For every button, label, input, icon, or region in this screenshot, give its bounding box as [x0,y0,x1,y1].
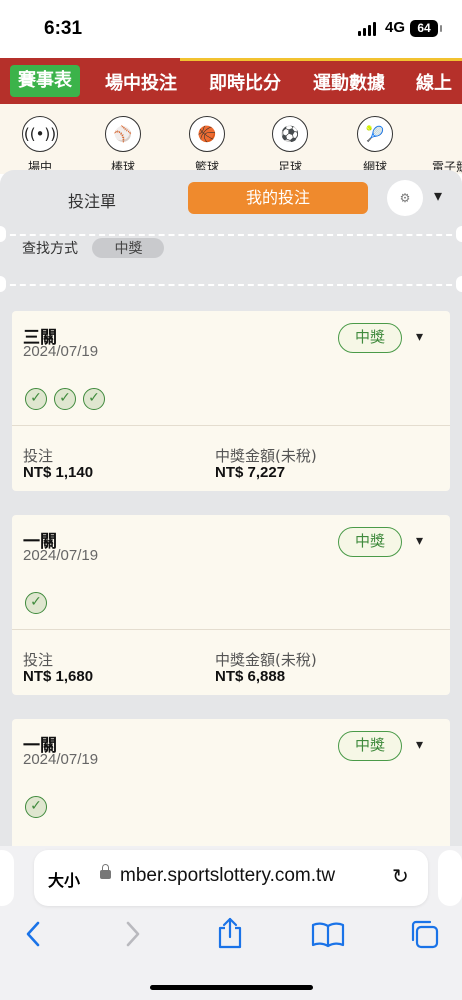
check-circle-icon: ✓ [25,592,47,614]
reload-icon[interactable]: ↻ [392,864,409,888]
bet-sheet: 投注單 我的投注 ⚙ ▾ 查找方式 中獎 三關 2024/07/19 中獎 ▾ … [0,170,462,846]
sport-tennis[interactable]: 🎾 網球 [345,116,405,174]
bookmarks-icon[interactable] [311,920,345,955]
tab-my-bets[interactable]: 我的投注 [188,182,368,214]
nav-schedule[interactable]: 賽事表 [10,65,80,97]
status-badge: 中獎 [338,527,402,557]
next-tab-pill[interactable] [438,850,462,906]
sport-categories: ((•)) 場中 ⚾ 棒球 🏀 籃球 ⚽ 足球 🎾 網球 電子競 [0,104,462,174]
nav-online[interactable]: 線上 [416,69,452,95]
status-badge: 中獎 [338,731,402,761]
live-broadcast-icon: ((•)) [22,116,58,152]
tab-betslip[interactable]: 投注單 [68,188,116,212]
winnings-label: 中獎金額(未稅) [215,447,317,465]
baseball-icon: ⚾ [105,116,141,152]
network-type: 4G [385,19,406,36]
soccer-icon: ⚽ [272,116,308,152]
check-circle-icon: ✓ [83,388,105,410]
chevron-down-icon[interactable]: ▾ [416,737,423,753]
check-circle-icon: ✓ [54,388,76,410]
bet-date: 2024/07/19 [23,343,99,360]
status-badge: 中獎 [338,323,402,353]
divider [0,284,462,286]
status-bar: 6:31 4G 64 [0,0,462,58]
sport-esports[interactable]: 電子競 [420,116,462,174]
bet-card[interactable]: 三關 2024/07/19 中獎 ▾ ✓ ✓ ✓ 投注 NT$ 1,140 中獎金額… [12,311,450,491]
winnings-value: NT$ 7,227 [215,464,286,481]
bet-date: 2024/07/19 [23,547,99,564]
chevron-down-icon[interactable]: ▾ [416,329,423,345]
filter-row: 查找方式 中獎 [22,238,165,260]
battery-icon: 64 [410,20,442,37]
sport-basketball[interactable]: 🏀 籃球 [177,116,237,174]
sport-baseball[interactable]: ⚾ 棒球 [93,116,153,174]
sport-live[interactable]: ((•)) 場中 [10,116,70,174]
winnings-label: 中獎金額(未稅) [215,651,317,669]
home-indicator [150,985,313,990]
sport-soccer[interactable]: ⚽ 足球 [260,116,320,174]
divider [0,234,462,236]
leg-results: ✓ ✓ ✓ [25,387,112,410]
forward-icon[interactable] [124,920,142,955]
nav-live-score[interactable]: 即時比分 [209,69,281,95]
bet-date: 2024/07/19 [23,751,99,768]
gear-icon[interactable]: ⚙ [387,180,423,216]
filter-chip[interactable]: 中獎 [92,238,165,258]
stake-label: 投注 [23,651,54,669]
stake-value: NT$ 1,140 [23,464,94,481]
status-time: 6:31 [44,18,83,39]
text-size-button[interactable]: 大小 [48,867,80,891]
bet-card[interactable]: 一關 2024/07/19 中獎 ▾ ✓ [12,719,450,846]
filter-label: 查找方式 [22,241,78,257]
tennis-icon: 🎾 [357,116,393,152]
chevron-down-icon[interactable]: ▾ [416,533,423,549]
check-circle-icon: ✓ [25,388,47,410]
basketball-icon: 🏀 [189,116,225,152]
tabs-icon[interactable] [408,918,440,957]
address-bar[interactable]: 大小 mber.sportslottery.com.tw ↻ [34,850,428,906]
back-icon[interactable] [24,920,42,955]
stake-value: NT$ 1,680 [23,668,94,685]
sheet-tabs: 投注單 我的投注 ⚙ ▾ [0,170,462,228]
share-icon[interactable] [216,916,244,957]
nav-live-betting[interactable]: 場中投注 [105,69,177,95]
stake-label: 投注 [23,447,54,465]
lock-icon [100,864,111,879]
previous-tab-pill[interactable] [0,850,14,906]
cellular-signal-icon [358,22,380,36]
chevron-down-icon[interactable]: ▾ [434,186,442,205]
winnings-value: NT$ 6,888 [215,668,286,685]
check-circle-icon: ✓ [25,796,47,818]
nav-sports-data[interactable]: 運動數據 [313,69,385,95]
bet-card[interactable]: 一關 2024/07/19 中獎 ▾ ✓ 投注 NT$ 1,680 中獎金額(未… [12,515,450,695]
url-text[interactable]: mber.sportslottery.com.tw [120,865,335,887]
leg-results: ✓ [25,795,54,818]
leg-results: ✓ [25,591,54,614]
browser-toolbar: 大小 mber.sportslottery.com.tw ↻ [0,846,462,1000]
top-nav: 賽事表 場中投注 即時比分 運動數據 線上 [0,58,462,104]
